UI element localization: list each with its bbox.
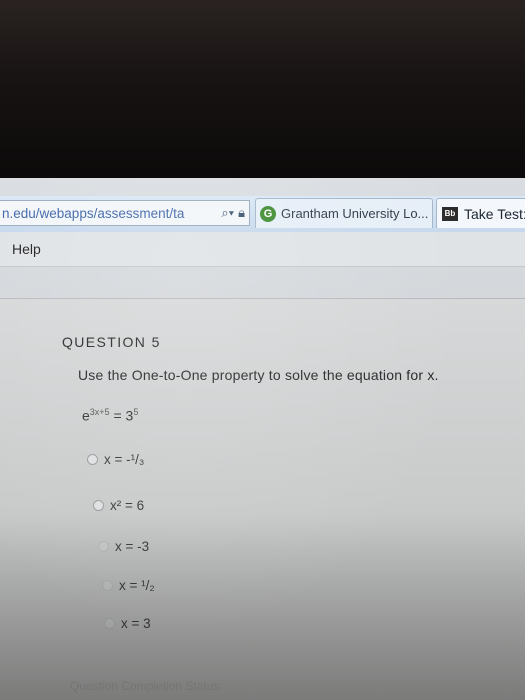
lock-icon[interactable]: 🔒︎ — [238, 205, 245, 221]
tab-label: Grantham University Lo... — [281, 206, 429, 221]
address-bar[interactable]: n.edu/webapps/assessment/ta ⌕▾ 🔒︎ — [0, 200, 250, 226]
equation-rhs: = 3 — [113, 407, 134, 424]
blackboard-icon: Bb — [442, 206, 458, 221]
google-g-icon: G — [260, 205, 276, 222]
radio-button[interactable] — [104, 618, 115, 629]
equation-base: e — [82, 407, 90, 424]
tab-label: Take Test: — [464, 205, 525, 222]
equation-rhs-exponent: 5 — [133, 407, 139, 417]
menu-bar: Help — [0, 232, 525, 267]
radio-button[interactable] — [102, 580, 113, 591]
test-content: QUESTION 5 Use the One-to-One property t… — [0, 298, 525, 700]
help-menu-item[interactable]: Help — [12, 241, 41, 257]
radio-button[interactable] — [87, 454, 98, 465]
monitor-bezel — [0, 0, 525, 178]
completion-status: Question Completion Status: — [70, 679, 223, 693]
url-text[interactable]: n.edu/webapps/assessment/ta — [2, 206, 221, 221]
browser-screen: n.edu/webapps/assessment/ta ⌕▾ 🔒︎ G Gran… — [0, 178, 525, 700]
equation-exponent: 3x+5 — [89, 407, 110, 417]
answer-option[interactable]: x = -3 — [98, 539, 149, 554]
answer-option[interactable]: x = ¹/₂ — [102, 578, 155, 593]
question-equation: e3x+5 = 35 — [82, 407, 138, 424]
tab-grantham[interactable]: G Grantham University Lo... — [255, 198, 433, 228]
option-label: x = -¹/₃ — [104, 452, 145, 467]
option-label: x² = 6 — [110, 498, 145, 513]
option-label: x = -3 — [115, 539, 150, 554]
radio-button[interactable] — [98, 541, 109, 552]
option-label: x = ¹/₂ — [119, 578, 155, 593]
answer-option[interactable]: x = 3 — [104, 616, 151, 631]
search-icon[interactable]: ⌕▾ — [221, 205, 234, 221]
tab-take-test[interactable]: Bb Take Test: — [436, 198, 525, 228]
browser-tab-bar: n.edu/webapps/assessment/ta ⌕▾ 🔒︎ G Gran… — [0, 196, 525, 233]
question-title: QUESTION 5 — [62, 334, 161, 350]
answer-option[interactable]: x² = 6 — [93, 498, 144, 513]
answer-option[interactable]: x = -¹/₃ — [87, 452, 144, 467]
radio-button[interactable] — [93, 500, 104, 511]
option-label: x = 3 — [121, 616, 151, 631]
question-prompt: Use the One-to-One property to solve the… — [78, 367, 439, 383]
